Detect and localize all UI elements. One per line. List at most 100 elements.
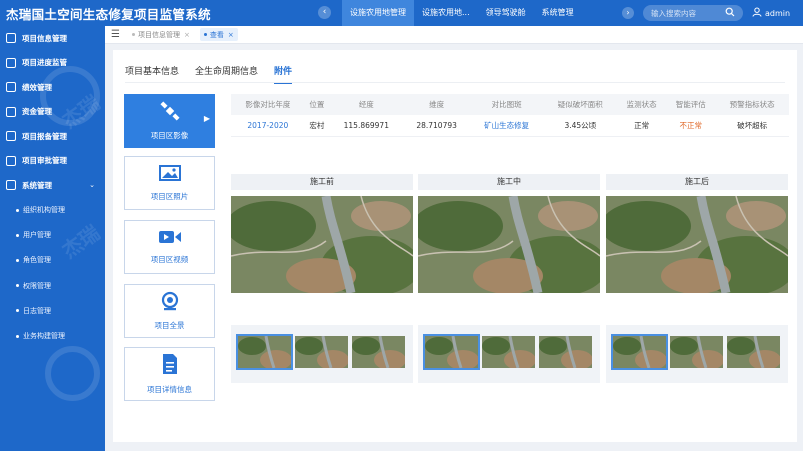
cell-compare-link[interactable]: 矿山生态修复	[469, 115, 544, 137]
sidebar-subitem-business[interactable]: 业务构建管理	[0, 323, 105, 348]
thumbnail[interactable]	[295, 336, 348, 368]
document-icon	[161, 353, 179, 378]
performance-icon	[6, 82, 16, 93]
topnav-item-facility-land-2[interactable]: 设施农用地...	[414, 0, 478, 26]
column-header: 位置	[304, 94, 330, 115]
approval-icon	[6, 155, 16, 166]
tab-attachments[interactable]: 附件	[274, 64, 293, 84]
menu-icon[interactable]: ☰	[111, 29, 120, 40]
funds-icon	[6, 106, 16, 117]
phase-header-before: 施工前	[231, 174, 413, 190]
column-header: 维度	[403, 94, 470, 115]
search-icon[interactable]	[725, 7, 735, 20]
column-header: 监测状态	[617, 94, 667, 115]
cell-location: 宏村	[304, 115, 330, 137]
satellite-image	[418, 196, 600, 293]
sidebar-item-approval[interactable]: 项目审批管理	[0, 149, 105, 174]
top-nav: 设施农用地管理 设施农用地... 领导驾驶舱 系统管理	[342, 0, 582, 26]
thumbnail[interactable]	[727, 336, 780, 368]
category-video-button[interactable]: 项目区视频	[124, 220, 215, 274]
bullet-icon	[16, 208, 19, 212]
category-photos-button[interactable]: 项目区照片	[124, 156, 215, 210]
cell-longitude: 115.869971	[329, 115, 404, 137]
thumbnail-strip-after	[606, 325, 788, 383]
category-details-button[interactable]: 项目详情信息	[124, 347, 215, 401]
thumbnail[interactable]	[539, 336, 592, 368]
satellite-image	[606, 196, 788, 293]
topnav-item-system[interactable]: 系统管理	[534, 0, 582, 26]
divider	[125, 82, 785, 83]
watermark-logo	[45, 346, 100, 401]
satellite-image	[231, 196, 413, 293]
satellite-image-during[interactable]	[418, 196, 600, 293]
tab-basic-info[interactable]: 项目基本信息	[125, 64, 179, 84]
cell-smart-assessment: 不正常	[666, 115, 716, 137]
category-imagery-button[interactable]: 项目区影像 ▶	[124, 94, 215, 148]
main-panel: 项目基本信息 全生命周期信息 附件 项目区影像 ▶ 项目区照片 项目区视频 项目…	[113, 50, 797, 442]
cell-monitor-status: 正常	[617, 115, 667, 137]
thumbnail-strip-during	[418, 325, 600, 383]
column-header: 疑似破坏面积	[543, 94, 618, 115]
search-input[interactable]	[651, 8, 723, 18]
imagery-compare-table: 影像对比年度 位置 经度 维度 对比图斑 疑似破坏面积 监测状态 智能评估 预警…	[231, 94, 789, 137]
column-header: 预警指标状态	[715, 94, 789, 115]
sidebar: 杰瑞 杰瑞 项目信息管理 项目进度监管 绩效管理 资金管理 项目报备管理 项目审…	[0, 26, 105, 451]
thumbnail[interactable]	[236, 334, 293, 370]
category-panorama-button[interactable]: 项目全景	[124, 284, 215, 338]
close-icon[interactable]: ×	[228, 31, 234, 39]
panorama-camera-icon	[160, 291, 180, 314]
satellite-image-before[interactable]	[231, 196, 413, 293]
cell-damage-area: 3.45公顷	[543, 115, 618, 137]
table-row[interactable]: 2017-2020 宏村 115.869971 28.710793 矿山生态修复…	[231, 115, 789, 137]
thumbnail[interactable]	[670, 336, 723, 368]
page-tabs-bar: ☰ 项目信息管理 × 查看 ×	[105, 26, 803, 44]
user-menu[interactable]: admin	[752, 0, 790, 26]
sidebar-item-project-info[interactable]: 项目信息管理	[0, 26, 105, 51]
thumbnail[interactable]	[423, 334, 480, 370]
bullet-icon	[16, 233, 19, 237]
close-icon[interactable]: ×	[184, 31, 190, 39]
sidebar-item-system[interactable]: 系统管理 ⌄	[0, 173, 105, 198]
tab-view[interactable]: 查看 ×	[199, 28, 238, 41]
search-box	[643, 5, 743, 21]
chevron-down-icon: ⌄	[89, 181, 95, 190]
column-header: 影像对比年度	[231, 94, 305, 115]
thumbnail[interactable]	[611, 334, 668, 370]
system-icon	[6, 180, 16, 191]
top-bar: 杰瑞国土空间生态修复项目监管系统 ‹ 设施农用地管理 设施农用地... 领导驾驶…	[0, 0, 803, 26]
bullet-icon	[16, 309, 19, 313]
sidebar-item-filing[interactable]: 项目报备管理	[0, 124, 105, 149]
thumbnail[interactable]	[482, 336, 535, 368]
sidebar-collapse-button[interactable]: ‹	[318, 6, 331, 19]
tab-lifecycle-info[interactable]: 全生命周期信息	[195, 64, 258, 84]
topnav-item-facility-land[interactable]: 设施农用地管理	[342, 0, 414, 26]
sidebar-subitem-logs[interactable]: 日志管理	[0, 298, 105, 323]
chevron-right-icon: ›	[626, 8, 630, 17]
phase-header-after: 施工后	[606, 174, 788, 190]
column-header: 智能评估	[666, 94, 716, 115]
list-icon	[6, 33, 16, 44]
column-header: 对比图斑	[469, 94, 544, 115]
photo-icon	[158, 164, 181, 185]
cell-year[interactable]: 2017-2020	[231, 115, 305, 137]
phase-header-during: 施工中	[418, 174, 600, 190]
bullet-icon	[16, 334, 19, 338]
video-camera-icon	[158, 229, 182, 248]
filing-icon	[6, 131, 16, 142]
nav-next-button[interactable]: ›	[622, 7, 634, 19]
detail-tabs: 项目基本信息 全生命周期信息 附件	[125, 64, 308, 84]
topnav-item-leader-cockpit[interactable]: 领导驾驶舱	[478, 0, 534, 26]
satellite-icon	[159, 101, 181, 124]
progress-icon	[6, 57, 16, 68]
cell-warning-status: 破坏超标	[715, 115, 789, 137]
table-header-row: 影像对比年度 位置 经度 维度 对比图斑 疑似破坏面积 监测状态 智能评估 预警…	[231, 94, 789, 115]
tab-project-info[interactable]: 项目信息管理 ×	[128, 28, 194, 41]
bullet-icon	[16, 284, 19, 288]
satellite-image-after[interactable]	[606, 196, 788, 293]
thumbnail[interactable]	[352, 336, 405, 368]
sidebar-subitem-permissions[interactable]: 权限管理	[0, 273, 105, 298]
bullet-icon	[16, 258, 19, 262]
chevron-left-icon: ‹	[322, 7, 327, 17]
thumbnail-strip-before	[231, 325, 413, 383]
column-header: 经度	[329, 94, 404, 115]
